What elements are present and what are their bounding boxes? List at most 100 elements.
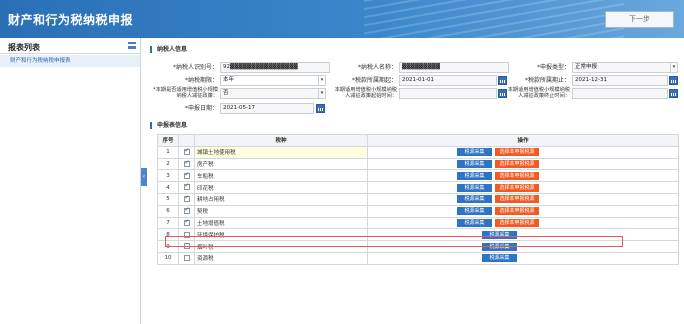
collect-source-button[interactable]: 税源采集 bbox=[457, 171, 492, 180]
tax-name: 车船税 bbox=[194, 169, 368, 183]
tax-name: 资源税 bbox=[194, 251, 368, 265]
collect-source-button[interactable]: 税源采集 bbox=[457, 148, 492, 157]
table-row: 7土地增值税税源采集选择本申报税源 bbox=[157, 216, 679, 230]
table-row: 2房产税税源采集选择本申报税源 bbox=[157, 157, 679, 171]
row-checkbox[interactable] bbox=[183, 206, 190, 214]
row-checkbox-cell bbox=[178, 251, 195, 265]
chevron-down-icon: ▾ bbox=[670, 63, 677, 72]
row-checkbox[interactable] bbox=[183, 194, 190, 203]
col-op-header: 操作 bbox=[367, 134, 679, 147]
row-actions: 税源采集 选择本申报税源 bbox=[367, 181, 679, 194]
table-row: 1城镇土地使用税税源采集选择本申报税源 bbox=[157, 145, 679, 159]
row-number: 6 bbox=[157, 204, 179, 218]
sidebar-header: 报表列表 bbox=[0, 38, 140, 54]
select-source-button[interactable]: 选择本申报税源 bbox=[495, 207, 539, 216]
period-start-field[interactable]: 2021-01-01 bbox=[399, 75, 497, 86]
sidebar-title: 报表列表 bbox=[8, 43, 40, 52]
calendar-icon[interactable] bbox=[498, 76, 507, 85]
row-actions: 税源采集 选择本申报税源 bbox=[367, 204, 679, 218]
col-no-header: 序号 bbox=[157, 134, 179, 147]
row-checkbox[interactable] bbox=[183, 255, 190, 262]
table-row: 4印花税税源采集选择本申报税源 bbox=[157, 181, 679, 194]
declare-type-value: 正常申报 bbox=[575, 64, 598, 70]
row-actions: 税源采集 选择本申报税源 bbox=[367, 145, 679, 159]
select-source-button[interactable]: 选择本申报税源 bbox=[495, 171, 539, 180]
tax-name: 土地增值税 bbox=[194, 216, 368, 230]
period-type-label: *纳税期限： bbox=[184, 77, 218, 84]
row-number: 2 bbox=[157, 157, 179, 171]
select-source-button[interactable]: 选择本申报税源 bbox=[495, 183, 539, 192]
row-number: 5 bbox=[157, 192, 179, 206]
row-checkbox-cell bbox=[178, 192, 195, 206]
table-header-row: 序号 税种 操作 bbox=[157, 134, 679, 147]
next-step-button[interactable]: 下一步 bbox=[605, 11, 674, 28]
collect-source-button[interactable]: 税源采集 bbox=[457, 218, 492, 227]
row-checkbox-cell bbox=[178, 169, 195, 183]
section-title-report: 申报表信息 bbox=[150, 122, 187, 129]
select-source-button[interactable]: 选择本申报税源 bbox=[495, 159, 539, 168]
row-checkbox[interactable] bbox=[183, 159, 190, 167]
taxpayer-id-label: *纳税人识别号： bbox=[172, 64, 218, 71]
period-type-value: 本年 bbox=[223, 77, 235, 83]
period-end-field[interactable]: 2021-12-31 bbox=[572, 75, 668, 86]
tax-name: 契税 bbox=[194, 204, 368, 218]
highlight-box bbox=[165, 236, 623, 247]
taxpayer-name-field[interactable]: ▓▓▓▓▓▓▓▓▓ bbox=[399, 62, 509, 73]
row-checkbox-cell bbox=[178, 216, 195, 230]
row-actions: 税源采集 选择本申报税源 bbox=[367, 216, 679, 230]
row-checkbox[interactable] bbox=[183, 147, 190, 155]
row-checkbox[interactable] bbox=[183, 171, 190, 179]
collect-source-button[interactable]: 税源采集 bbox=[482, 254, 517, 263]
select-source-button[interactable]: 选择本申报税源 bbox=[495, 218, 539, 227]
row-actions: 税源采集 选择本申报税源 bbox=[367, 169, 679, 183]
row-checkbox-cell bbox=[178, 157, 195, 171]
row-checkbox-cell bbox=[178, 181, 195, 194]
row-checkbox-cell bbox=[178, 145, 195, 159]
period-start-label: *税款所属期起： bbox=[351, 77, 397, 84]
reduce-start-field[interactable] bbox=[399, 88, 497, 99]
row-actions: 税源采集 选择本申报税源 bbox=[367, 192, 679, 206]
reduce-start-label: 本期适用增值税小规模纳税人减征政策起始时间： bbox=[334, 87, 397, 99]
table-row: 10 资源税 税源采集 bbox=[157, 251, 679, 265]
tax-name: 印花税 bbox=[194, 181, 368, 194]
select-source-button[interactable]: 选择本申报税源 bbox=[495, 148, 539, 157]
list-icon[interactable] bbox=[128, 42, 136, 49]
row-checkbox[interactable] bbox=[183, 218, 190, 226]
period-end-label: *税款所属期止： bbox=[524, 77, 570, 84]
top-banner: 财产和行为税纳税申报 下一步 bbox=[0, 0, 684, 38]
chevron-down-icon: ▾ bbox=[318, 89, 325, 98]
row-number: 10 bbox=[157, 251, 179, 265]
table-row: 5耕地占用税税源采集选择本申报税源 bbox=[157, 192, 679, 206]
declare-type-label: *申报类型： bbox=[536, 64, 570, 71]
declare-date-field[interactable]: 2021-05-17 bbox=[220, 103, 314, 114]
banner-decoration bbox=[364, 0, 624, 38]
period-type-select[interactable]: 本年 ▾ bbox=[220, 75, 326, 86]
collect-source-button[interactable]: 税源采集 bbox=[457, 195, 492, 204]
row-number: 7 bbox=[157, 216, 179, 230]
collect-source-button[interactable]: 税源采集 bbox=[457, 207, 492, 216]
row-actions: 税源采集 选择本申报税源 bbox=[367, 157, 679, 171]
small-taxpayer-select[interactable]: 否 ▾ bbox=[220, 88, 326, 99]
calendar-icon[interactable] bbox=[669, 76, 678, 85]
page-title: 财产和行为税纳税申报 bbox=[8, 13, 134, 27]
tax-name: 城镇土地使用税 bbox=[194, 145, 368, 159]
collect-source-button[interactable]: 税源采集 bbox=[457, 159, 492, 168]
reduce-end-field[interactable] bbox=[572, 88, 668, 99]
sidebar-item-report[interactable]: 财产和行为税纳税申报表 bbox=[0, 55, 140, 67]
sidebar: 报表列表 财产和行为税纳税申报表 bbox=[0, 38, 141, 324]
row-number: 4 bbox=[157, 181, 179, 194]
row-number: 1 bbox=[157, 145, 179, 159]
reduce-end-label: 本期适用增值税小规模纳税人减征政策终止时间： bbox=[507, 87, 570, 99]
calendar-icon[interactable] bbox=[316, 104, 325, 113]
select-source-button[interactable]: 选择本申报税源 bbox=[495, 195, 539, 204]
col-check-header bbox=[178, 134, 195, 147]
calendar-icon[interactable] bbox=[669, 89, 678, 98]
row-checkbox-cell bbox=[178, 204, 195, 218]
declare-type-select[interactable]: 正常申报 ▾ bbox=[572, 62, 678, 73]
row-checkbox[interactable] bbox=[183, 182, 190, 191]
row-actions: 税源采集 bbox=[367, 251, 679, 265]
taxpayer-id-field[interactable]: 92▓▓▓▓▓▓▓▓▓▓▓▓▓▓▓▓ bbox=[220, 62, 330, 73]
collect-source-button[interactable]: 税源采集 bbox=[457, 183, 492, 192]
collapse-sidebar-icon[interactable]: ‹ bbox=[141, 168, 147, 186]
taxpayer-name-label: *纳税人名称： bbox=[357, 64, 397, 71]
